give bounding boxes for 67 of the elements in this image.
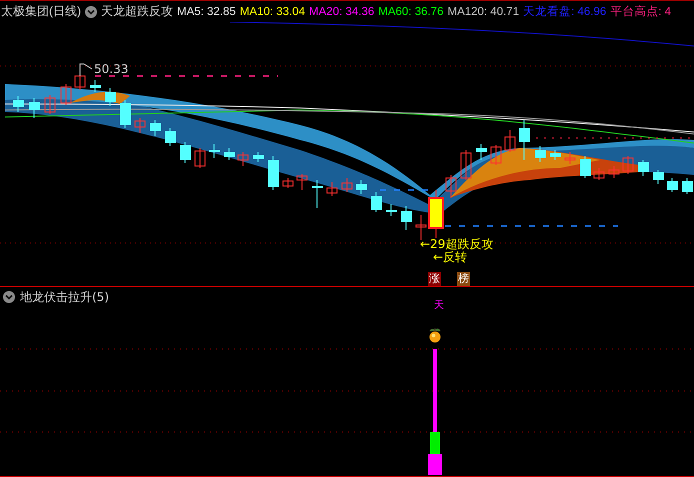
candlestick [342,178,352,192]
candlestick [326,182,338,196]
pointer-line [80,64,92,76]
oscillator-marker: 天 [434,300,444,311]
candlestick [580,156,591,178]
candlestick [194,148,206,168]
candlestick [165,128,176,146]
candlestick [268,156,279,190]
candlestick [476,144,487,160]
price-high-label: 50.33 [94,62,128,76]
candlestick [74,76,86,90]
candlestick [594,168,604,180]
candlestick [120,100,131,128]
candlestick [550,150,561,160]
collapse-icon[interactable] [3,291,15,303]
candlestick [312,180,323,208]
candlestick [356,180,367,194]
candlestick [428,190,444,238]
candlestick [371,192,382,212]
candlestick [386,204,397,216]
candlestick [638,160,649,176]
fruit-icon [428,327,442,343]
indicator-reading: 平台高点: 4 [610,4,672,19]
candlestick [446,174,456,198]
signal-badge: 榜 [457,272,470,286]
indicator-reading: 天龙看盘: 46.96 [523,4,606,19]
signal-label: ←反转 [433,250,468,266]
candlestick [608,166,620,178]
candlestick [460,150,472,180]
candlestick [150,120,161,136]
signal-label: ←29超跌反攻 [420,236,494,251]
candlestick [490,144,502,166]
stock-name: 太极集团(日线) [1,3,81,20]
indicator-reading: MA5: 32.85 [177,6,236,18]
candlestick [564,152,576,164]
candlestick [238,152,248,166]
candlestick [180,142,191,164]
level-line [380,189,430,191]
candlestick [667,178,678,192]
candlestick [224,148,235,160]
indicator-reading: MA10: 33.04 [240,6,306,18]
candlestick [105,88,116,106]
candlestick [653,170,664,184]
candlestick [622,156,634,174]
indicator-reading: MA60: 36.76 [378,6,444,18]
candlestick [253,152,264,162]
candlestick [13,96,24,112]
indicator-reading: MA120: 40.71 [447,6,520,18]
candlestick [519,120,530,160]
candlestick [209,144,220,158]
candlestick [29,98,40,118]
candlestick [535,146,546,162]
candlestick [60,84,72,106]
candlestick [44,94,56,114]
candlestick [682,178,693,194]
oscillator-title: 地龙伏击拉升(5) [20,288,109,306]
candlestick [296,174,308,190]
candlestick [401,206,412,230]
candlestick [90,80,101,92]
signal-badge: 涨 [428,272,441,286]
candlestick [416,214,426,240]
indicator-name: 天龙超跌反攻 [101,3,173,20]
candlestick [134,118,146,134]
candlestick [282,178,294,188]
collapse-icon[interactable] [85,6,97,18]
candlestick [504,130,516,152]
indicator-reading: MA20: 34.36 [309,6,374,18]
